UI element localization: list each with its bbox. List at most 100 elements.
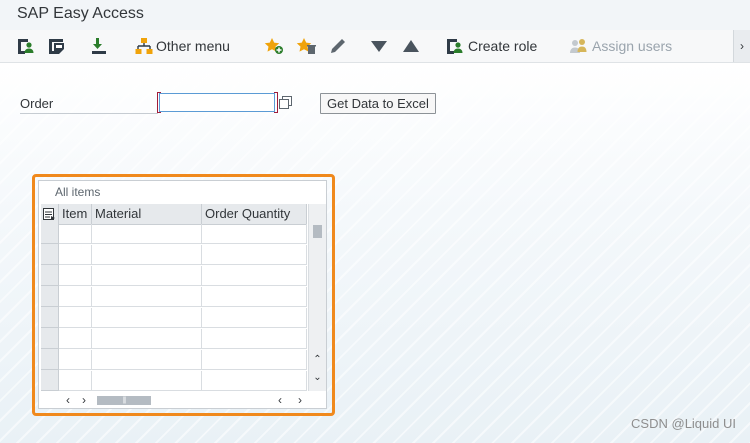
material-cell[interactable] (92, 224, 202, 244)
value-help-icon (279, 96, 292, 109)
move-up-icon (402, 37, 420, 55)
row-selector[interactable] (41, 245, 58, 265)
material-cell[interactable] (92, 266, 202, 286)
row-selector[interactable] (41, 266, 58, 286)
vertical-scrollbar[interactable]: ⌃ ⌄ (308, 204, 326, 391)
column-header-item[interactable]: Item (59, 204, 92, 224)
scroll-right-button[interactable]: › (77, 392, 91, 408)
move-up-button[interactable] (402, 30, 420, 62)
row-selector[interactable] (41, 308, 58, 328)
table-row[interactable] (59, 266, 307, 286)
material-cell[interactable] (92, 371, 202, 391)
table-row[interactable] (59, 350, 307, 370)
add-favorite-icon (264, 37, 284, 55)
more-icon: › (740, 39, 744, 53)
create-role-label: Create role (468, 38, 538, 54)
item-cell[interactable] (59, 245, 92, 265)
table-row[interactable] (59, 308, 307, 328)
delete-favorite-icon (296, 37, 316, 55)
item-cell[interactable] (59, 329, 92, 349)
order-quantity-cell[interactable] (202, 371, 307, 391)
delete-favorite-button[interactable] (296, 30, 316, 62)
download-icon (90, 37, 108, 55)
material-cell[interactable] (92, 245, 202, 265)
item-cell[interactable] (59, 224, 92, 244)
order-quantity-cell[interactable] (202, 287, 307, 307)
other-menu-label: Other menu (156, 38, 230, 54)
table-title: All items (55, 185, 101, 199)
order-quantity-cell[interactable] (202, 245, 307, 265)
material-cell[interactable] (92, 287, 202, 307)
row-selector[interactable] (41, 287, 58, 307)
vertical-scroll-thumb[interactable] (313, 225, 322, 238)
assign-users-button[interactable]: Assign users (569, 30, 672, 62)
chevron-right-icon: › (82, 393, 86, 407)
row-selector[interactable] (41, 224, 58, 244)
required-bracket-left (157, 92, 161, 113)
add-favorite-button[interactable] (264, 30, 284, 62)
get-data-to-excel-button[interactable]: Get Data to Excel (320, 93, 436, 114)
user-menu-button[interactable] (16, 30, 36, 62)
row-selector[interactable] (41, 350, 58, 370)
chevron-up-icon: ⌃ (313, 353, 322, 365)
item-cell[interactable] (59, 287, 92, 307)
chevron-down-icon: ⌄ (313, 371, 322, 383)
table-row[interactable] (59, 371, 307, 391)
move-down-button[interactable] (370, 30, 388, 62)
sap-menu-button[interactable] (48, 30, 66, 62)
table-row[interactable] (59, 287, 307, 307)
create-role-button[interactable]: Create role (445, 30, 537, 62)
scroll-down-button[interactable]: ⌄ (309, 370, 326, 384)
item-cell[interactable] (59, 350, 92, 370)
other-menu-button[interactable]: Other menu (135, 30, 230, 62)
chevron-left-icon: ‹ (66, 393, 70, 407)
order-input[interactable] (159, 93, 275, 112)
edit-icon (329, 37, 347, 55)
item-cell[interactable] (59, 371, 92, 391)
assign-users-icon (569, 37, 589, 55)
toolbar-more-button[interactable]: › (733, 30, 750, 62)
order-quantity-cell[interactable] (202, 266, 307, 286)
table-body (59, 224, 307, 391)
order-quantity-cell[interactable] (202, 224, 307, 244)
table-row[interactable] (59, 329, 307, 349)
scroll-right-button-2[interactable]: › (293, 392, 307, 408)
sap-menu-icon (48, 37, 66, 55)
order-quantity-cell[interactable] (202, 329, 307, 349)
material-cell[interactable] (92, 329, 202, 349)
material-cell[interactable] (92, 350, 202, 370)
chevron-right-icon: › (298, 393, 302, 407)
material-cell[interactable] (92, 308, 202, 328)
order-quantity-cell[interactable] (202, 350, 307, 370)
order-quantity-cell[interactable] (202, 308, 307, 328)
table-row[interactable] (59, 224, 307, 244)
item-cell[interactable] (59, 266, 92, 286)
chevron-left-icon: ‹ (278, 393, 282, 407)
item-cell[interactable] (59, 308, 92, 328)
row-selector-column (41, 224, 59, 391)
other-menu-icon (135, 37, 153, 55)
table-settings-button[interactable] (41, 204, 59, 224)
window-title: SAP Easy Access (17, 5, 144, 22)
scroll-up-button[interactable]: ⌃ (309, 352, 326, 366)
edit-button[interactable] (329, 30, 347, 62)
scroll-left-button-2[interactable]: ‹ (273, 392, 287, 408)
table-control: All items Item Material Order Quantity ⌃ (38, 180, 327, 409)
download-button[interactable] (90, 30, 108, 62)
value-help-button[interactable] (278, 95, 293, 110)
column-header-order-quantity[interactable]: Order Quantity (202, 204, 307, 224)
horizontal-scrollbar[interactable]: ‹ › ||| ‹ › (41, 392, 325, 408)
assign-users-label: Assign users (592, 38, 673, 54)
scroll-left-button[interactable]: ‹ (61, 392, 75, 408)
scroll-thumb-grip: ||| (122, 397, 127, 404)
table-row[interactable] (59, 245, 307, 265)
order-label: Order (20, 96, 158, 114)
user-menu-icon (16, 37, 36, 55)
column-header-material[interactable]: Material (92, 204, 202, 224)
table-settings-icon (43, 207, 56, 221)
horizontal-scroll-thumb[interactable]: ||| (97, 396, 151, 405)
row-selector[interactable] (41, 371, 58, 391)
move-down-icon (370, 37, 388, 55)
row-selector[interactable] (41, 329, 58, 349)
table-grid: Item Material Order Quantity (41, 204, 307, 391)
